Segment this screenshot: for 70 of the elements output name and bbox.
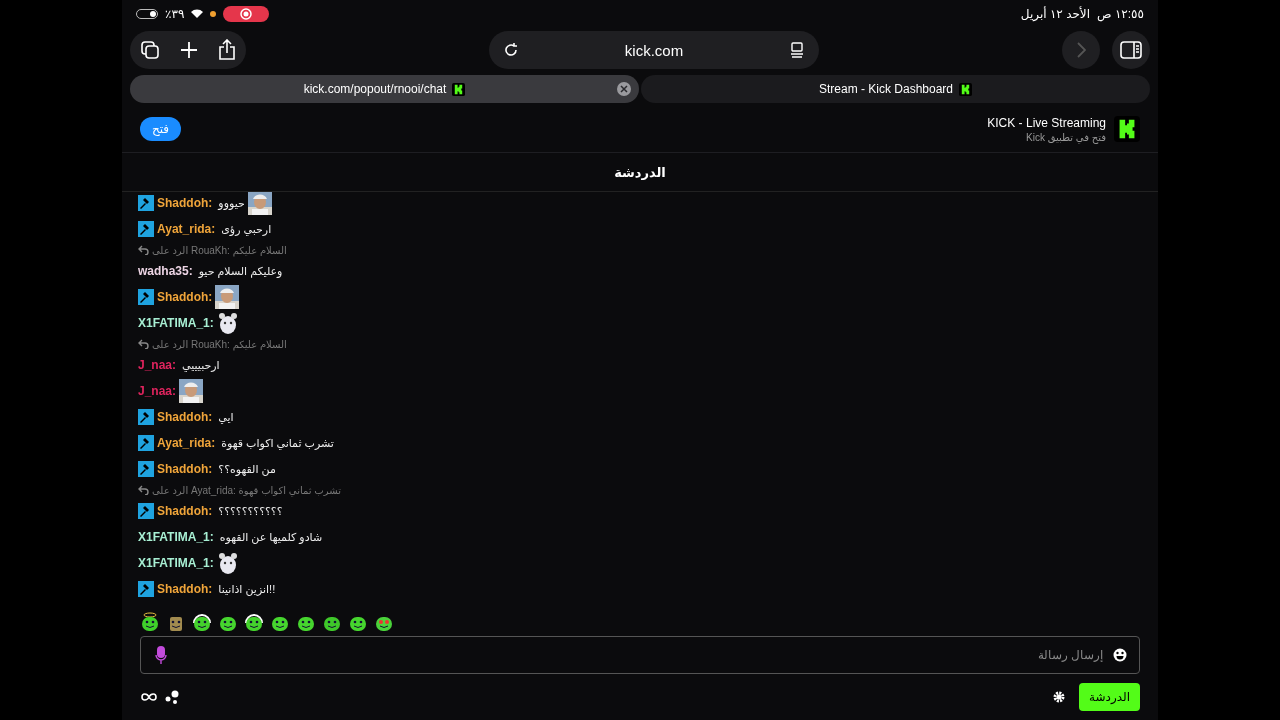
reply-context: الرد على Ayat_rida: تشرب ثماني اكواب قهوة: [152, 484, 341, 496]
kick-logo-icon: [1114, 116, 1140, 142]
tab-title: Stream - Kick Dashboard: [818, 82, 954, 96]
chat-message: انزين اذانينا!!: [218, 582, 276, 596]
reply-arrow-icon: [138, 485, 149, 495]
close-tab-icon[interactable]: [617, 82, 631, 96]
dot-icon: [210, 11, 217, 17]
reply-arrow-icon: [138, 339, 149, 349]
chat-message: ارحبيييي: [182, 358, 220, 372]
chat-username[interactable]: Ayat_rida:: [157, 436, 216, 450]
chevron-right-icon: [1076, 42, 1086, 58]
kick-logo-icon: [959, 82, 973, 96]
banner-subtitle: فتح في تطبيق Kick: [1026, 131, 1106, 143]
status-time: ١٢:٥٥ ص: [1097, 7, 1144, 21]
battery-percent: ٪٣٩: [165, 7, 185, 21]
dots-icon[interactable]: [165, 690, 179, 704]
emote-icon[interactable]: [140, 612, 160, 632]
chat-message: حيووو: [218, 196, 245, 210]
chat-username[interactable]: X1FATIMA_1:: [138, 556, 214, 570]
chat-button[interactable]: الدردشة: [1079, 683, 1140, 711]
reply-arrow-icon: [138, 245, 149, 255]
chat-username[interactable]: wadha35:: [138, 264, 193, 278]
chat-message: تشرب ثماني اكواب قهوة: [221, 436, 334, 450]
tab-title: kick.com/popout/rnooi/chat: [303, 82, 447, 96]
status-date: الأحد ١٢ أبريل: [1020, 7, 1091, 21]
share-icon[interactable]: [218, 39, 236, 61]
address-bar[interactable]: kick.com: [489, 31, 819, 69]
chat-message: من القهوه؟؟: [218, 462, 276, 476]
settings-icon[interactable]: [1053, 691, 1066, 703]
browser-tab[interactable]: kick.com/popout/rnooi/chat: [130, 75, 639, 103]
reply-context: الرد على RouaKh: السلام عليكم: [152, 338, 287, 350]
chat-message: وعليكم السلام حيو: [198, 264, 283, 278]
chat-username[interactable]: J_naa:: [138, 358, 177, 372]
address-text: kick.com: [624, 41, 684, 59]
chat-username[interactable]: Shaddoh:: [157, 504, 213, 518]
chat-username[interactable]: Shaddoh:: [157, 462, 213, 476]
cartoon-sticker-icon: [216, 311, 239, 335]
infinity-icon[interactable]: [140, 692, 158, 702]
reload-icon[interactable]: [503, 42, 519, 58]
chat-username[interactable]: X1FATIMA_1:: [138, 316, 214, 330]
sidebar-icon: [1120, 41, 1142, 59]
kick-logo-icon: [452, 82, 466, 96]
emote-icon[interactable]: [192, 612, 212, 632]
browser-tab[interactable]: Stream - Kick Dashboard: [641, 75, 1150, 103]
emoji-icon[interactable]: [1113, 648, 1127, 662]
sidebar-button[interactable]: [1112, 31, 1150, 69]
chat-username[interactable]: Shaddoh:: [157, 410, 213, 424]
microphone-icon[interactable]: [155, 645, 167, 665]
chat-message: ؟؟؟؟؟؟؟؟؟؟؟: [218, 504, 283, 518]
chat-username[interactable]: Ayat_rida:: [157, 222, 216, 236]
chat-username[interactable]: Shaddoh:: [157, 290, 213, 304]
message-field[interactable]: إرسال رسالة: [140, 636, 1140, 674]
record-indicator[interactable]: [223, 6, 270, 22]
chat-username[interactable]: Shaddoh:: [157, 582, 213, 596]
chat-message: شادو كلميها عن القهوه: [219, 530, 323, 544]
banner-title: KICK - Live Streaming: [987, 115, 1106, 130]
reader-icon[interactable]: [789, 42, 805, 58]
chat-message: ايي: [218, 410, 234, 424]
emote-icon[interactable]: [244, 612, 264, 632]
chat-username[interactable]: J_naa:: [138, 384, 177, 398]
chat-username[interactable]: Shaddoh:: [157, 196, 213, 210]
reply-context: الرد على RouaKh: السلام عليكم: [152, 244, 287, 256]
wifi-icon: [191, 9, 204, 19]
cartoon-sticker-icon: [216, 551, 239, 575]
tabs-icon[interactable]: [140, 40, 160, 60]
chat-username[interactable]: X1FATIMA_1:: [138, 530, 214, 544]
chat-title: الدردشة: [614, 164, 666, 180]
message-input[interactable]: إرسال رسالة: [167, 648, 1113, 662]
chat-message: ارحبي رؤى: [221, 222, 272, 236]
plus-icon[interactable]: [180, 41, 198, 59]
